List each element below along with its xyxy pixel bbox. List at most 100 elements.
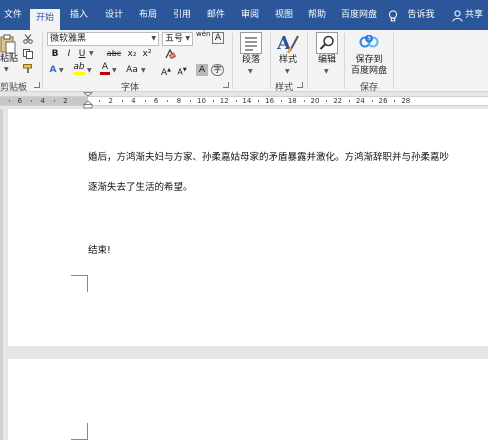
ruler-tick [167, 100, 169, 102]
enclose-characters-button[interactable]: 字 [211, 64, 224, 76]
ruler-tick [53, 100, 55, 102]
phonetic-guide-button[interactable]: wén [196, 31, 210, 38]
ruler-tick [258, 100, 260, 102]
styles-button[interactable]: 样式 [273, 55, 303, 66]
copy-icon[interactable] [23, 49, 33, 59]
tab-insert[interactable]: 插入 [64, 0, 94, 30]
editing-button[interactable]: 编辑 [312, 55, 342, 66]
group-divider [270, 33, 271, 89]
clear-formatting-icon[interactable] [164, 48, 176, 60]
tab-design[interactable]: 设计 [99, 0, 129, 30]
ruler-tick [371, 100, 373, 102]
paste-icon[interactable] [0, 34, 16, 54]
font-color-dropdown-icon[interactable]: ▼ [112, 67, 117, 74]
vertical-scrollbar[interactable] [0, 109, 3, 440]
baidu-netdisk-icon[interactable] [359, 35, 379, 49]
editing-search-icon[interactable] [316, 32, 338, 54]
tab-mailings[interactable]: 邮件 [201, 0, 231, 30]
ruler-number: 14 [242, 97, 252, 105]
tab-view[interactable]: 视图 [269, 0, 299, 30]
ruler-tick [99, 100, 101, 102]
font-name-combobox[interactable]: 微软雅黑 ▼ [47, 32, 159, 46]
editing-dropdown-icon[interactable]: ▼ [324, 68, 329, 75]
body-paragraph-line[interactable]: 逐渐失去了生活的希望。 [88, 179, 193, 193]
italic-button[interactable]: I [64, 48, 74, 60]
page-corner-mark [71, 423, 88, 440]
document-canvas[interactable]: 婚后，方鸿渐夫妇与方家、孙柔嘉姑母家的矛盾暴露并激化。方鸿渐辞职并与孙柔嘉吵 逐… [0, 109, 488, 440]
shrink-font-button[interactable]: A▼ [176, 64, 188, 79]
font-size-value: 五号 [165, 34, 184, 44]
change-case-button[interactable]: Aa [125, 64, 139, 76]
styles-dialog-launcher[interactable] [297, 82, 303, 88]
paragraph-dropdown-icon[interactable]: ▼ [248, 68, 253, 75]
ruler-tick [8, 100, 10, 102]
character-shading-button[interactable]: A [196, 64, 208, 76]
document-page[interactable]: 婚后，方鸿渐夫妇与方家、孙柔嘉姑母家的矛盾暴露并激化。方鸿渐辞职并与孙柔嘉吵 逐… [8, 109, 488, 346]
ruler-number: 26 [378, 97, 388, 105]
save-to-baidu-button[interactable]: 保存到 百度网盘 [349, 55, 389, 77]
ruler-tick [394, 100, 396, 102]
person-icon[interactable] [452, 10, 463, 22]
tab-references[interactable]: 引用 [167, 0, 197, 30]
cut-icon[interactable] [23, 34, 33, 44]
group-divider [307, 33, 308, 89]
ruler-tick [122, 100, 124, 102]
clipboard-dialog-launcher[interactable] [34, 82, 40, 88]
tell-me-search[interactable]: 告诉我 [403, 0, 439, 30]
ruler-number: 4 [40, 97, 45, 105]
tab-review[interactable]: 审阅 [235, 0, 265, 30]
group-divider [42, 33, 43, 89]
styles-icon[interactable]: A [276, 32, 300, 54]
subscript-button[interactable]: x₂ [126, 48, 138, 60]
paragraph-icon[interactable] [240, 32, 262, 54]
body-paragraph-line[interactable]: 婚后，方鸿渐夫妇与方家、孙柔嘉姑母家的矛盾暴露并激化。方鸿渐辞职并与孙柔嘉吵 [88, 149, 449, 163]
highlight-color-button[interactable]: ab [73, 62, 85, 75]
text-effects-button[interactable]: A [48, 64, 58, 76]
group-divider [393, 33, 394, 89]
horizontal-ruler[interactable]: 6 4 2 2 4 6 8 10 12 14 16 18 20 22 24 26 28 [0, 92, 488, 109]
body-paragraph-line[interactable]: 结束! [88, 242, 111, 256]
ruler-number: 6 [17, 97, 23, 105]
font-name-value: 微软雅黑 [50, 34, 87, 44]
ruler-tick [190, 100, 192, 102]
highlight-dropdown-icon[interactable]: ▼ [87, 67, 92, 74]
phonetic-guide-label: wén [196, 30, 211, 38]
ruler-number: 28 [401, 97, 411, 105]
font-size-combobox[interactable]: 五号 ▼ [162, 32, 193, 46]
ruler-number: 20 [310, 97, 320, 105]
ruler-number: 4 [131, 97, 136, 105]
text-effects-dropdown-icon[interactable]: ▼ [59, 67, 64, 74]
superscript-button[interactable]: x² [141, 48, 153, 60]
font-color-button[interactable]: A [100, 62, 110, 75]
tab-home[interactable]: 开始 [30, 9, 60, 30]
ruler-number: 22 [333, 97, 343, 105]
indent-marker-icon[interactable] [83, 92, 93, 109]
bold-button[interactable]: B [50, 48, 60, 60]
strikethrough-button[interactable]: abc [106, 48, 122, 60]
ruler-number: 2 [108, 97, 113, 105]
chevron-down-icon[interactable]: ▼ [151, 33, 156, 45]
paste-dropdown-icon[interactable]: ▼ [4, 66, 9, 73]
change-case-dropdown-icon[interactable]: ▼ [141, 67, 146, 74]
underline-button[interactable]: U [77, 48, 87, 60]
tab-baidu-netdisk[interactable]: 百度网盘 [336, 0, 382, 30]
lightbulb-icon[interactable] [388, 10, 398, 22]
chevron-down-icon[interactable]: ▼ [185, 33, 190, 45]
grow-font-button[interactable]: A▲ [160, 64, 172, 79]
share-button[interactable]: 共享 [465, 0, 488, 30]
ruler-number: 8 [176, 97, 182, 105]
font-dialog-launcher[interactable] [223, 82, 229, 88]
character-border-button[interactable]: A [212, 32, 224, 44]
document-page[interactable] [8, 359, 488, 440]
ruler-tick [303, 100, 305, 102]
styles-dropdown-icon[interactable]: ▼ [285, 68, 290, 75]
format-painter-icon[interactable] [23, 64, 33, 74]
underline-dropdown-icon[interactable]: ▼ [89, 50, 94, 57]
group-divider [344, 33, 345, 89]
tab-help[interactable]: 帮助 [302, 0, 332, 30]
tab-file[interactable]: 文件 [0, 0, 26, 30]
paragraph-button[interactable]: 段落 [236, 55, 266, 66]
tab-layout[interactable]: 布局 [133, 0, 163, 30]
paste-button[interactable]: 粘贴 [0, 54, 18, 65]
ruler-number: 2 [63, 97, 68, 105]
